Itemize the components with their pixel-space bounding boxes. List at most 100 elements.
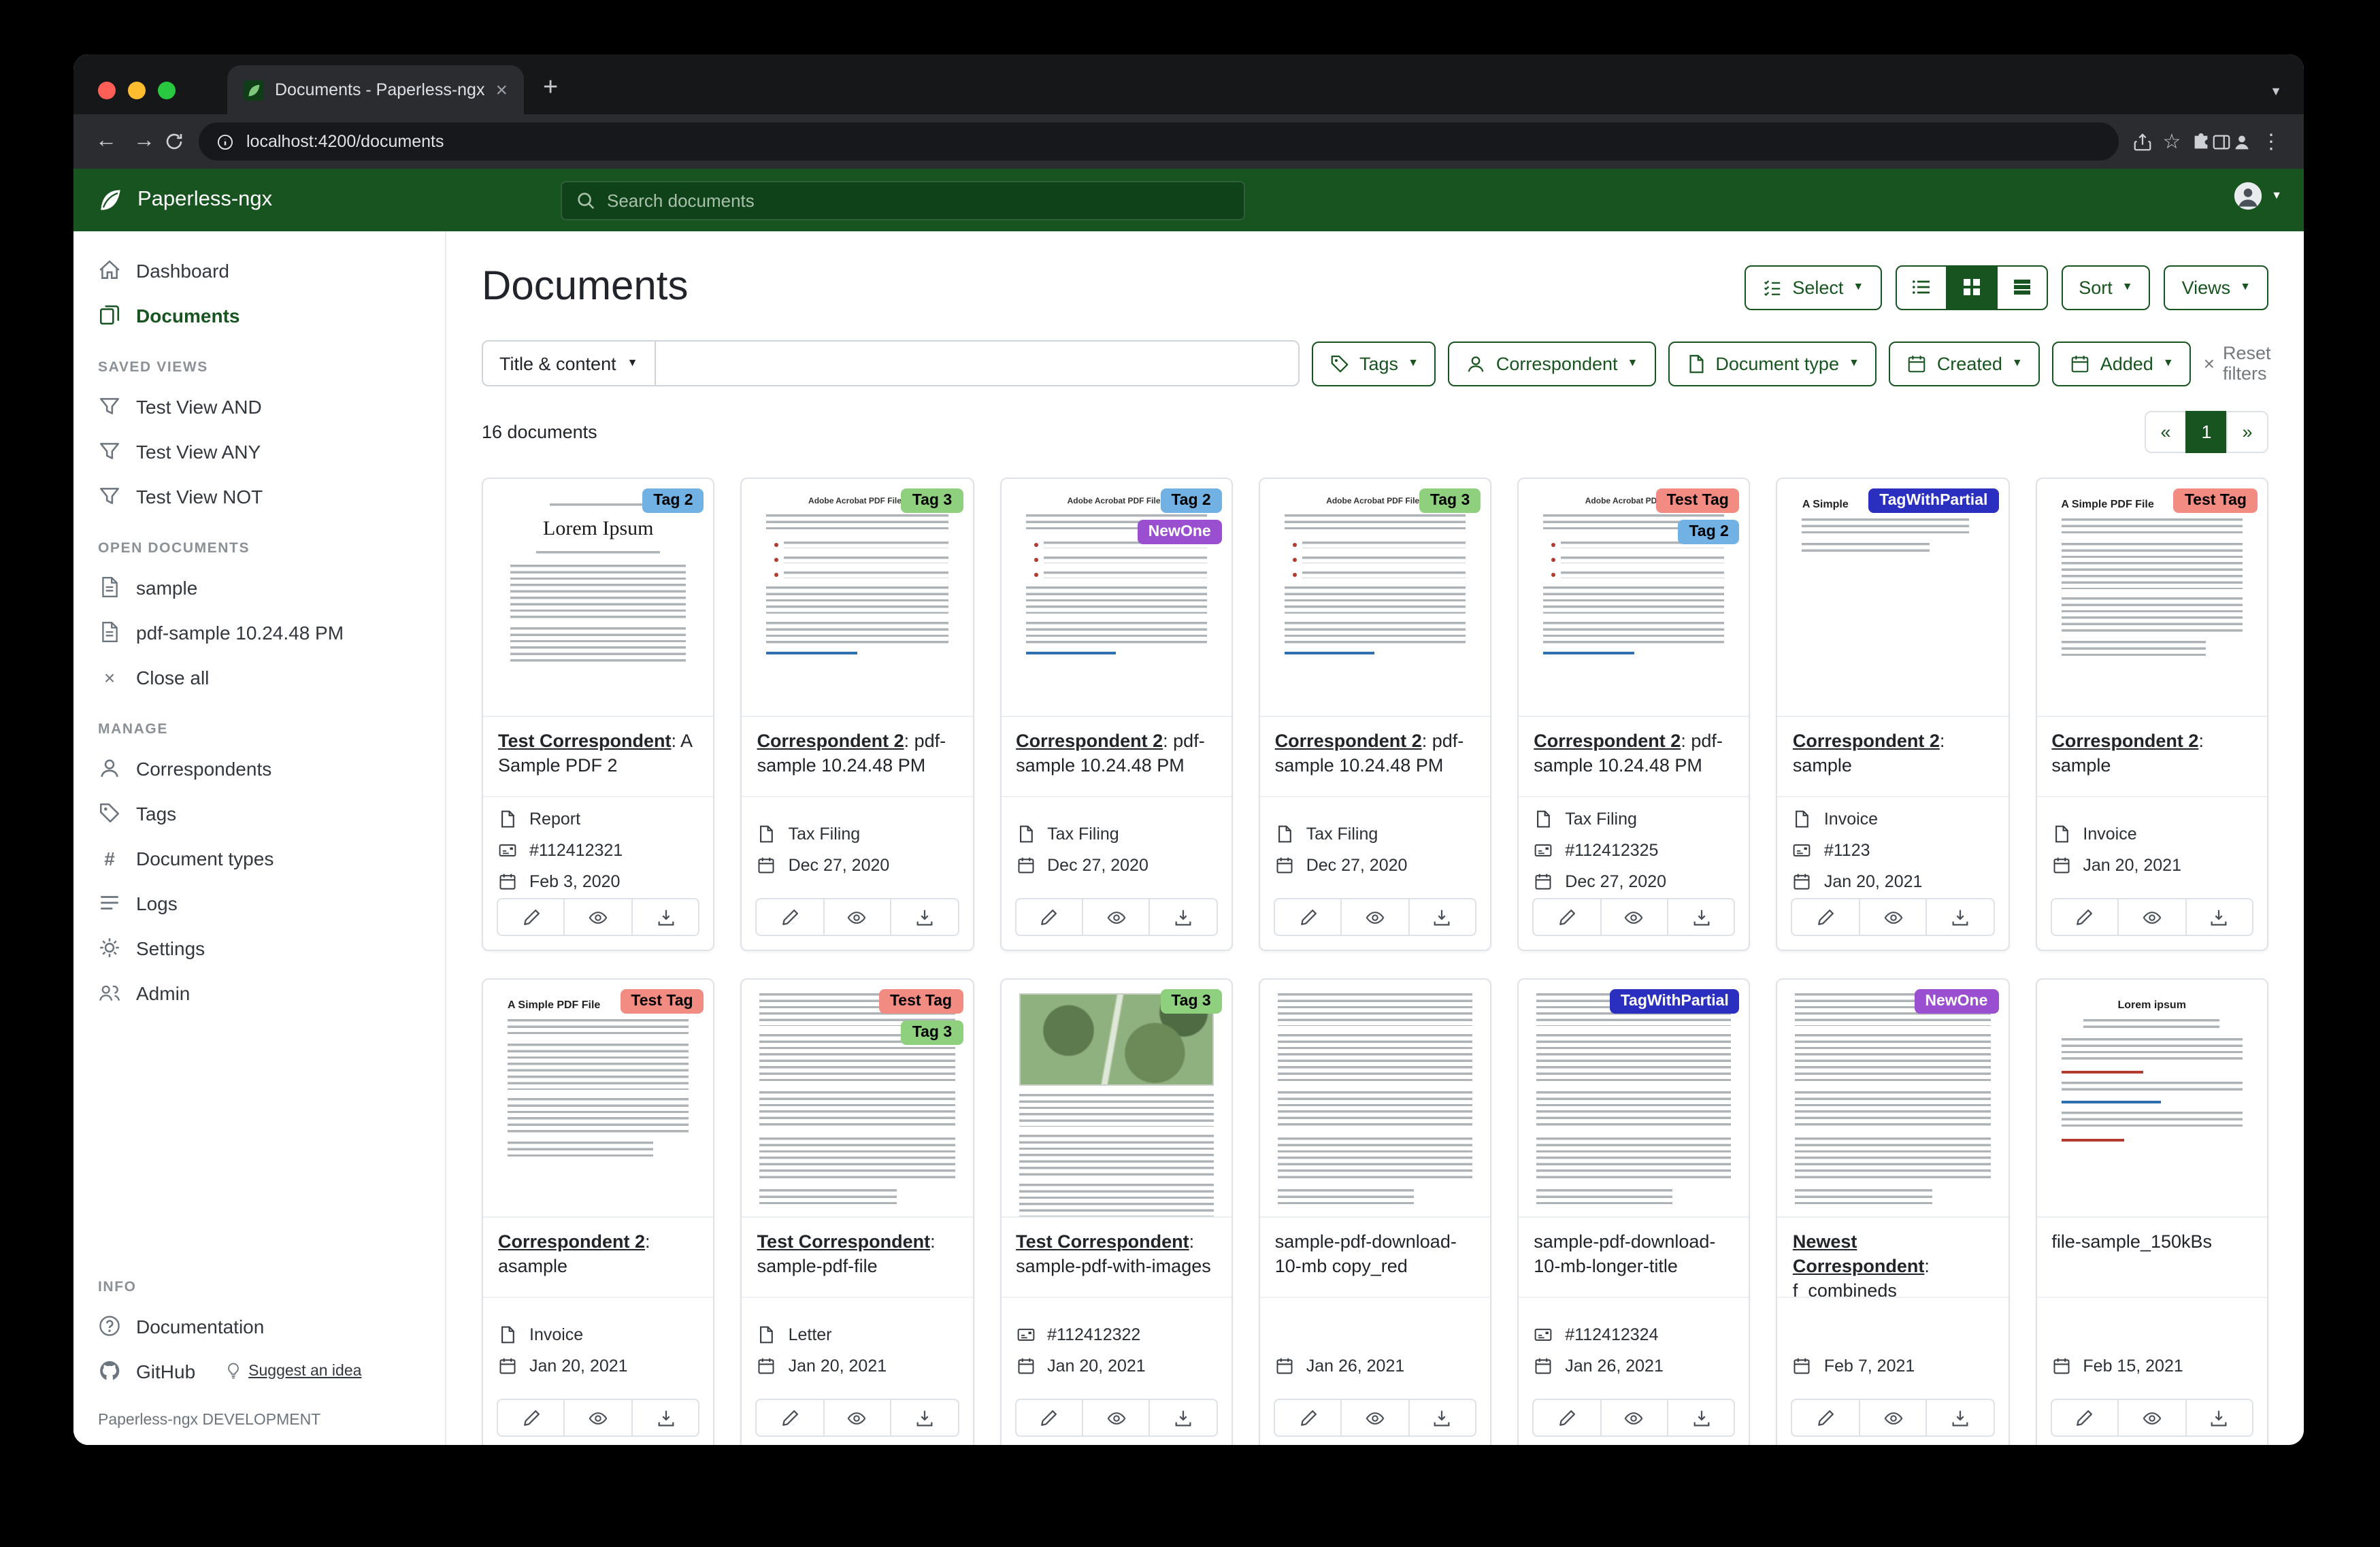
view-button[interactable] [1600, 1399, 1668, 1437]
tag-badge-test-tag[interactable]: Test Tag [2174, 488, 2258, 513]
document-correspondent-link[interactable]: Correspondent 2 [1275, 731, 1422, 751]
download-button[interactable] [1667, 898, 1736, 936]
sidebar-item-documentation[interactable]: Documentation [73, 1303, 445, 1348]
view-button[interactable] [1082, 1399, 1151, 1437]
document-thumbnail-area[interactable]: A Simple PDF FileTest Tag [483, 980, 714, 1218]
document-title[interactable]: sample-pdf-download-10-mb-longer-title [1519, 1218, 1749, 1297]
download-button[interactable] [631, 1399, 700, 1437]
tag-badge-test-tag[interactable]: Test Tag [620, 989, 704, 1014]
sidebar-item-correspondents[interactable]: Correspondents [73, 746, 445, 791]
document-thumbnail-area[interactable]: Adobe Acrobat PDF FilesTest TagTag 2 [1519, 479, 1749, 717]
tab-close-icon[interactable]: × [495, 78, 508, 101]
back-button[interactable]: ← [87, 122, 125, 161]
document-title[interactable]: Correspondent 2: pdf-sample 10.24.48 PM [1519, 717, 1749, 796]
global-search[interactable] [561, 181, 1245, 220]
reset-filters-button[interactable]: × Reset filters [2204, 343, 2271, 384]
document-title[interactable]: Correspondent 2: pdf-sample 10.24.48 PM [1260, 717, 1491, 796]
document-thumbnail-area[interactable]: Adobe Acrobat PDF FilesTag 3 [742, 479, 973, 717]
document-thumbnail-area[interactable]: Test TagTag 3 [742, 980, 973, 1218]
view-button[interactable] [1082, 898, 1151, 936]
document-correspondent-link[interactable]: Correspondent 2 [1793, 731, 1940, 751]
tag-badge-tagwithpartial[interactable]: TagWithPartial [1610, 989, 1740, 1014]
user-menu[interactable]: ▼ [2233, 181, 2282, 211]
document-title[interactable]: Correspondent 2: pdf-sample 10.24.48 PM [1001, 717, 1232, 796]
document-title[interactable]: Newest Correspondent: f_combineds [1778, 1218, 2009, 1297]
view-button[interactable] [564, 898, 633, 936]
document-thumbnail-area[interactable]: NewOne [1778, 980, 2009, 1218]
bookmark-star-icon[interactable]: ☆ [2153, 122, 2191, 161]
tag-badge-tag-3[interactable]: Tag 3 [902, 1020, 963, 1045]
document-title[interactable]: Correspondent 2: asample [483, 1218, 714, 1297]
grid-view-button[interactable] [1945, 265, 1997, 310]
browser-menu-icon[interactable]: ⋮ [2252, 122, 2290, 161]
view-button[interactable] [564, 1399, 633, 1437]
document-thumbnail-area[interactable]: TagWithPartial [1519, 980, 1749, 1218]
download-button[interactable] [890, 1399, 959, 1437]
document-thumbnail-area[interactable]: A SimpleTagWithPartial [1778, 479, 2009, 717]
sidebar-item-tags[interactable]: Tags [73, 791, 445, 835]
download-button[interactable] [1667, 1399, 1736, 1437]
edit-button[interactable] [1532, 898, 1601, 936]
sidebar-item-close-all[interactable]: ×Close all [73, 654, 445, 699]
tag-badge-tag-2[interactable]: Tag 2 [1160, 488, 1221, 513]
document-correspondent-link[interactable]: Test Correspondent [498, 731, 672, 751]
document-thumbnail-area[interactable] [1260, 980, 1491, 1218]
filter-added-button[interactable]: Added▼ [2053, 341, 2192, 386]
document-thumbnail-area[interactable]: Adobe Acrobat PDF FilesTag 3 [1260, 479, 1491, 717]
side-panel-icon[interactable] [2211, 131, 2232, 152]
tag-badge-tag-2[interactable]: Tag 2 [1678, 520, 1739, 544]
sidebar-item-test-view-any[interactable]: Test View ANY [73, 429, 445, 473]
document-title[interactable]: Test Correspondent: sample-pdf-file [742, 1218, 973, 1297]
edit-button[interactable] [497, 1399, 565, 1437]
document-thumbnail-area[interactable]: Lorem IpsumTag 2 [483, 479, 714, 717]
download-button[interactable] [1149, 1399, 1218, 1437]
edit-button[interactable] [2050, 1399, 2119, 1437]
edit-button[interactable] [497, 898, 565, 936]
edit-button[interactable] [2050, 898, 2119, 936]
sidebar-item-dashboard[interactable]: Dashboard [73, 248, 445, 293]
edit-button[interactable] [1274, 898, 1342, 936]
document-correspondent-link[interactable]: Newest Correspondent [1793, 1231, 1925, 1276]
share-icon[interactable] [2132, 131, 2153, 152]
details-view-button[interactable] [1996, 265, 2047, 310]
search-input[interactable] [607, 190, 1230, 211]
document-correspondent-link[interactable]: Test Correspondent [1016, 1231, 1189, 1252]
document-correspondent-link[interactable]: Correspondent 2 [1534, 731, 1681, 751]
list-view-button[interactable] [1895, 265, 1947, 310]
tag-badge-tag-3[interactable]: Tag 3 [1419, 488, 1481, 513]
forward-button[interactable]: → [125, 122, 163, 161]
document-thumbnail-area[interactable]: Lorem ipsum [2036, 980, 2267, 1218]
browser-tab[interactable]: Documents - Paperless-ngx × [227, 65, 524, 114]
edit-button[interactable] [1791, 1399, 1860, 1437]
document-correspondent-link[interactable]: Correspondent 2 [1016, 731, 1163, 751]
document-thumbnail-area[interactable]: Tag 3 [1001, 980, 1232, 1218]
sidebar-item-settings[interactable]: Settings [73, 925, 445, 970]
sidebar-item-open-doc-sample[interactable]: sample [73, 565, 445, 610]
document-title[interactable]: Test Correspondent: sample-pdf-with-imag… [1001, 1218, 1232, 1297]
view-button[interactable] [2117, 1399, 2186, 1437]
tag-badge-tag-3[interactable]: Tag 3 [1160, 989, 1221, 1014]
new-tab-button[interactable]: + [543, 73, 558, 103]
views-button[interactable]: Views ▼ [2164, 265, 2268, 310]
sidebar-item-admin[interactable]: Admin [73, 970, 445, 1015]
view-button[interactable] [1600, 898, 1668, 936]
view-button[interactable] [1859, 1399, 1928, 1437]
document-title[interactable]: file-sample_150kBs [2036, 1218, 2267, 1297]
sidebar-item-documents[interactable]: Documents [73, 293, 445, 337]
document-title[interactable]: Test Correspondent: A Sample PDF 2 [483, 717, 714, 796]
filter-correspondent-button[interactable]: Correspondent▼ [1449, 341, 1655, 386]
edit-button[interactable] [1532, 1399, 1601, 1437]
edit-button[interactable] [756, 1399, 825, 1437]
edit-button[interactable] [1014, 898, 1083, 936]
document-thumbnail-area[interactable]: Adobe Acrobat PDF FilesTag 2NewOne [1001, 479, 1232, 717]
filter-document-type-button[interactable]: Document type▼ [1668, 341, 1877, 386]
sidebar-item-open-doc-pdf-sample[interactable]: pdf-sample 10.24.48 PM [73, 610, 445, 654]
sidebar-item-test-view-and[interactable]: Test View AND [73, 384, 445, 429]
tab-search-icon[interactable]: ▼ [2270, 84, 2282, 98]
pagination-prev-button[interactable]: « [2145, 411, 2187, 453]
zoom-window-button[interactable] [158, 82, 176, 99]
title-content-input[interactable] [655, 340, 1300, 386]
filter-tags-button[interactable]: Tags▼ [1312, 341, 1436, 386]
download-button[interactable] [2185, 898, 2253, 936]
document-correspondent-link[interactable]: Correspondent 2 [2051, 731, 2198, 751]
